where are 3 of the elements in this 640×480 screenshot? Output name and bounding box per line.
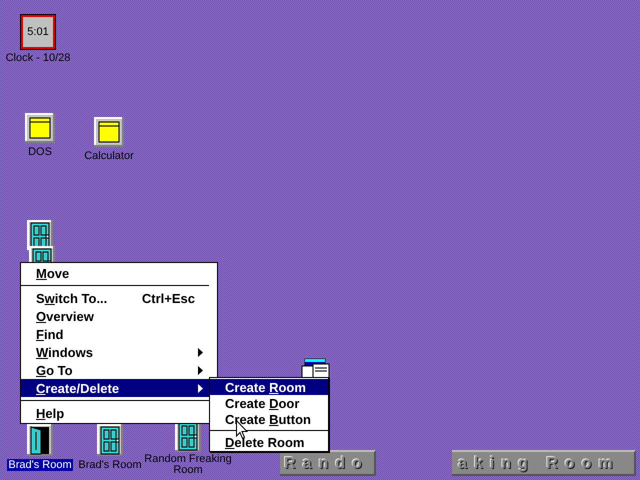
banner-text: Rando [283,454,369,472]
banner-text: aking Room [458,454,620,472]
shortcut-text: Ctrl+Esc [142,290,195,306]
